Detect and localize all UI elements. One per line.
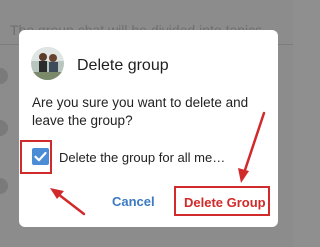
annotation-arrows [50, 111, 266, 216]
arrow-to-delete-button [238, 111, 266, 183]
arrow-to-checkbox [50, 188, 86, 216]
